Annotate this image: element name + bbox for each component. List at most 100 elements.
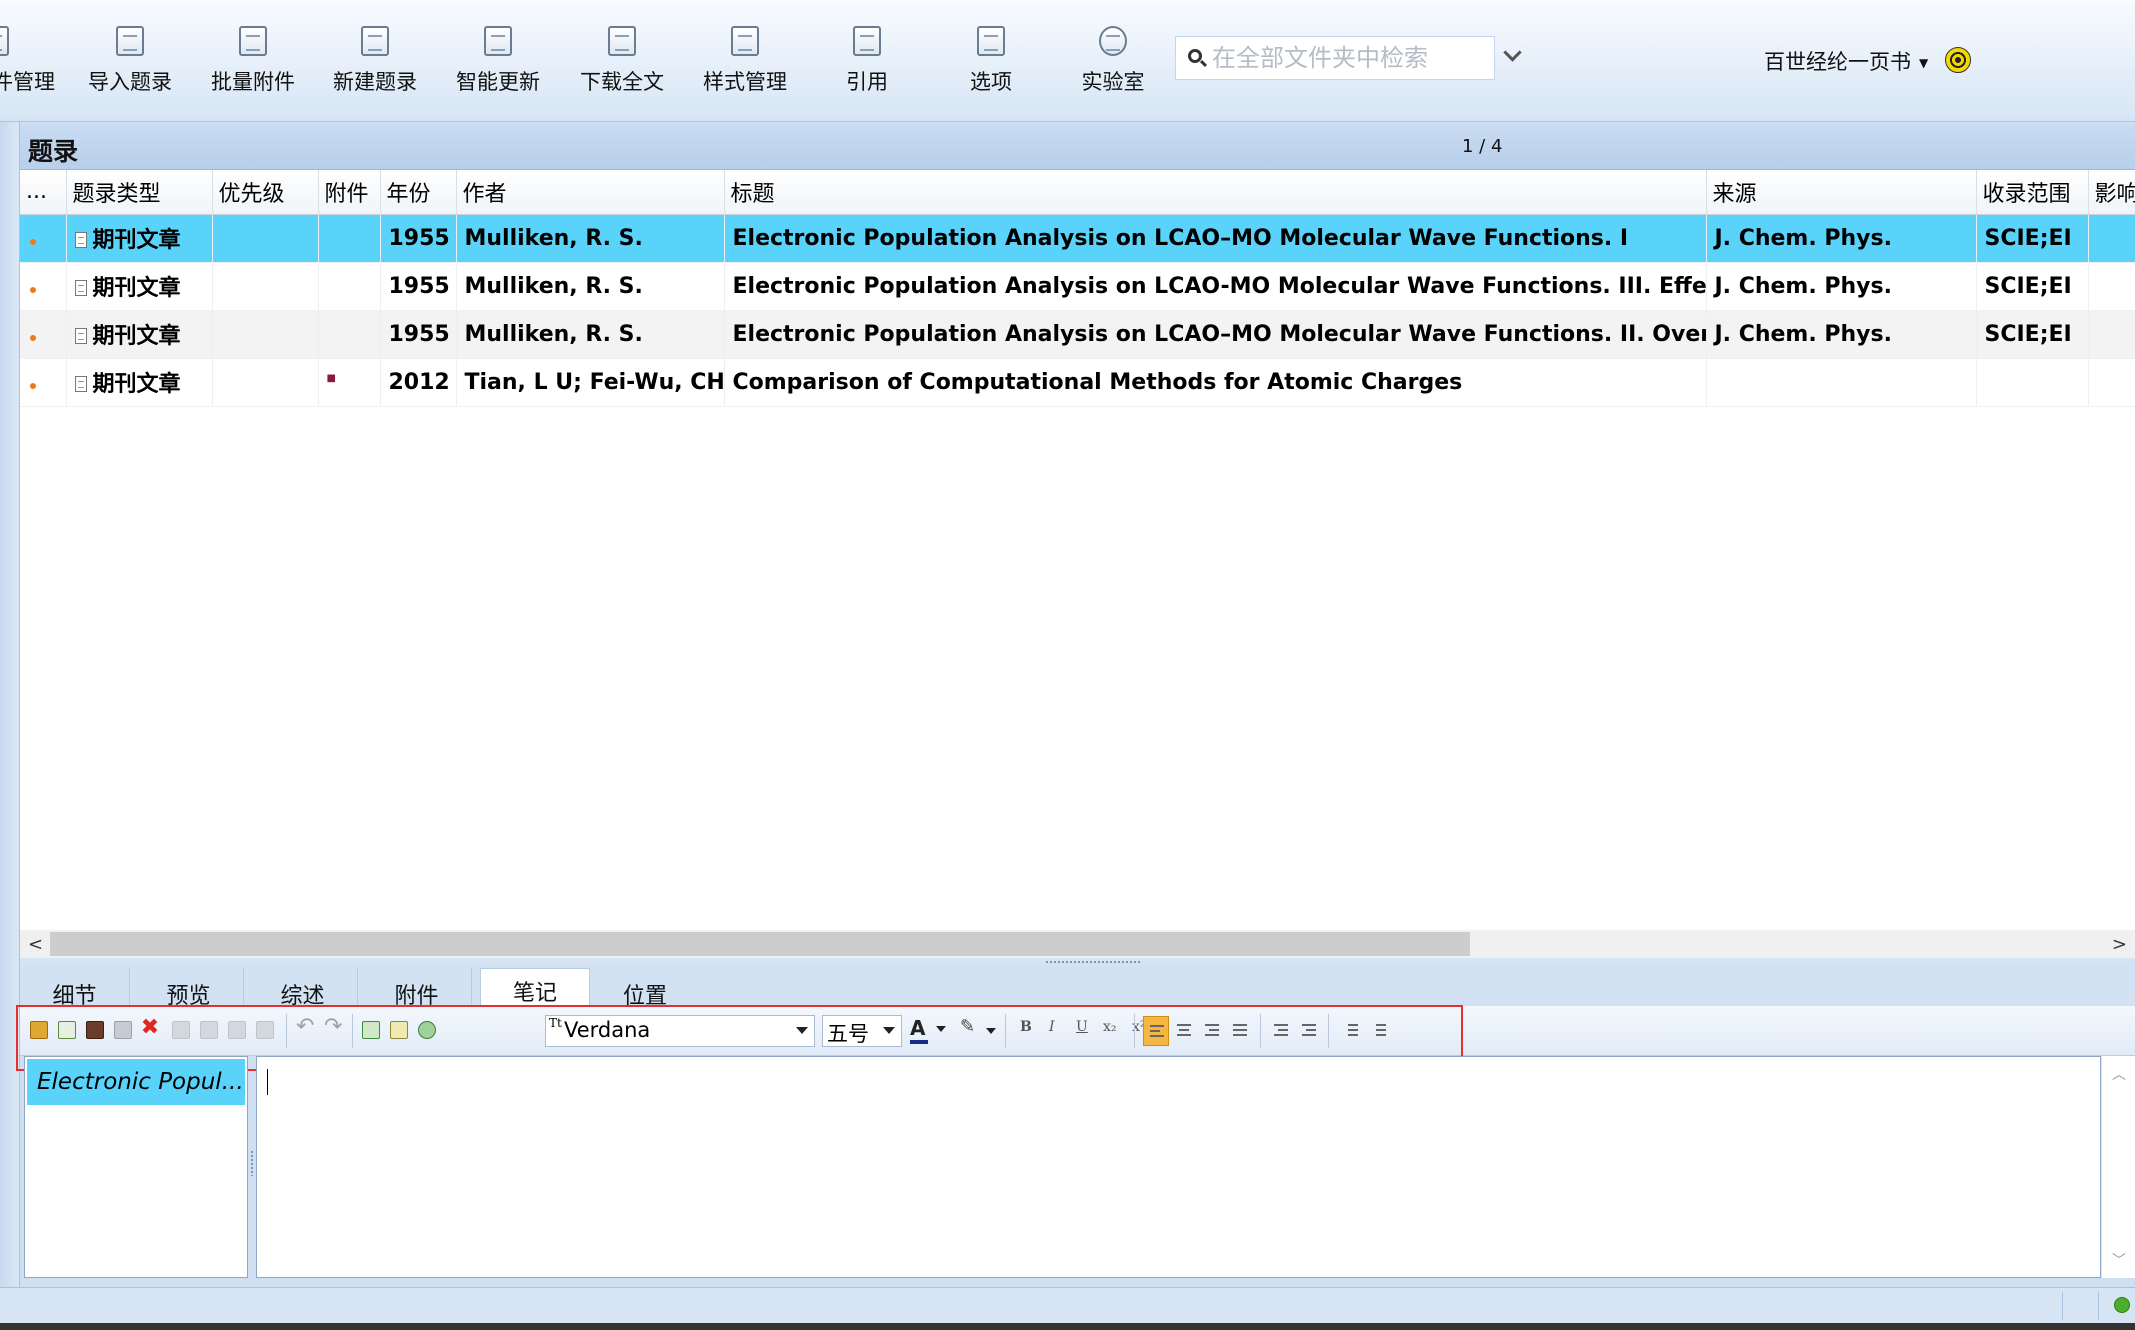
folder-manage-button[interactable]: 件管理 [0, 18, 55, 98]
cite-icon [853, 26, 881, 56]
user-menu[interactable]: 百世经纶一页书 ▼ [1764, 46, 1928, 76]
italic-icon[interactable]: I [1049, 1019, 1055, 1035]
table-row[interactable]: 期刊文章 1955 Mulliken, R. S. Electronic Pop… [20, 262, 2135, 311]
lab-button[interactable]: 实验室 [1058, 18, 1168, 98]
new-record-icon [361, 26, 389, 56]
tab-details[interactable]: 细节 [20, 968, 130, 1009]
tab-preview[interactable]: 预览 [134, 968, 244, 1009]
panel-splitter[interactable] [20, 958, 2135, 966]
left-collapsed-panel[interactable] [0, 122, 20, 1287]
index-cell: SCIE;EI [1976, 262, 2089, 311]
list-header: 题录 1 / 4 [20, 124, 2135, 170]
col-header-author[interactable]: 作者 [456, 170, 725, 215]
caret-down-icon: ▼ [1919, 56, 1929, 70]
highlight-color-button[interactable]: ✎ [960, 1014, 1000, 1048]
window-bottom-edge [0, 1323, 2135, 1330]
font-color-button[interactable]: A [910, 1014, 950, 1048]
save-icon[interactable] [114, 1021, 132, 1039]
scroll-down-icon[interactable]: ﹀ [2112, 1250, 2126, 1270]
underline-icon[interactable]: U [1076, 1019, 1088, 1035]
redo-icon[interactable]: ↷ [324, 1014, 342, 1039]
import-records-label: 导入题录 [88, 70, 172, 94]
lock-icon[interactable] [30, 1021, 48, 1039]
font-size-select[interactable]: 五号 [822, 1015, 902, 1047]
insert-table-icon[interactable] [390, 1021, 408, 1039]
justify-icon[interactable] [1227, 1016, 1253, 1046]
note-vertical-scrollbar[interactable]: ︿ ﹀ [2101, 1056, 2135, 1278]
tab-notes[interactable]: 笔记 [480, 968, 590, 1006]
numbered-list-icon[interactable] [1338, 1016, 1364, 1046]
scroll-up-icon[interactable]: ︿ [2112, 1064, 2126, 1084]
col-header-title[interactable]: 标题 [724, 170, 1707, 215]
unread-dot-icon [30, 382, 36, 389]
new-record-label: 新建题录 [333, 70, 417, 94]
status-dot-cell [20, 310, 67, 359]
bold-icon[interactable]: B [1020, 1019, 1032, 1035]
new-note-icon[interactable] [58, 1021, 76, 1039]
scroll-thumb[interactable] [50, 932, 1470, 956]
status-bar [0, 1287, 2135, 1323]
outdent-icon[interactable] [1268, 1016, 1294, 1046]
style-manage-button[interactable]: 样式管理 [690, 18, 800, 98]
radiation-icon[interactable] [1945, 47, 1971, 73]
bullet-list-icon[interactable] [1366, 1016, 1392, 1046]
table-row[interactable]: 期刊文章 ■ 2012 Tian, L U; Fei-Wu, CH. Compa… [20, 358, 2135, 407]
col-header-source[interactable]: 来源 [1706, 170, 1977, 215]
note-editor-area[interactable] [256, 1056, 2101, 1278]
options-button[interactable]: 选项 [936, 18, 1046, 98]
undo-icon[interactable]: ↶ [296, 1014, 314, 1039]
col-header-index[interactable]: 收录范围 [1976, 170, 2089, 215]
notebook-icon[interactable] [86, 1021, 104, 1039]
unread-dot-icon [30, 334, 36, 341]
table-row[interactable]: 期刊文章 1955 Mulliken, R. S. Electronic Pop… [20, 214, 2135, 263]
scroll-right-icon[interactable]: > [2112, 934, 2127, 955]
indent-icon[interactable] [1296, 1016, 1322, 1046]
attachment-cell[interactable]: ■ [318, 358, 381, 407]
import-records-button[interactable]: 导入题录 [75, 18, 185, 98]
index-cell: SCIE;EI [1976, 310, 2089, 359]
horizontal-scrollbar[interactable]: < > [20, 930, 2135, 958]
col-header-year[interactable]: 年份 [380, 170, 457, 215]
caret-down-icon [796, 1027, 808, 1034]
search-input[interactable] [1212, 41, 1482, 75]
impact-cell: 4. [2088, 310, 2135, 359]
insert-link-icon[interactable] [418, 1021, 436, 1039]
year-cell: 1955 [380, 214, 457, 263]
col-header-more[interactable]: ... [20, 170, 67, 215]
cut-icon[interactable] [172, 1021, 190, 1039]
options-label: 选项 [970, 70, 1012, 94]
cite-button[interactable]: 引用 [812, 18, 922, 98]
new-record-button[interactable]: 新建题录 [320, 18, 430, 98]
year-cell: 2012 [380, 358, 457, 407]
table-row[interactable]: 期刊文章 1955 Mulliken, R. S. Electronic Pop… [20, 310, 2135, 359]
paste-icon[interactable] [228, 1021, 246, 1039]
tab-attachments[interactable]: 附件 [362, 968, 472, 1009]
note-list-item[interactable]: Electronic Popul... [27, 1059, 245, 1105]
col-header-priority[interactable]: 优先级 [212, 170, 319, 215]
col-header-attachment[interactable]: 附件 [318, 170, 381, 215]
tab-summary[interactable]: 综述 [248, 968, 358, 1009]
align-right-icon[interactable] [1199, 1016, 1225, 1046]
smart-update-icon [484, 26, 512, 56]
batch-attach-button[interactable]: 批量附件 [198, 18, 308, 98]
style-manage-label: 样式管理 [703, 70, 787, 94]
author-cell: Mulliken, R. S. [456, 262, 725, 311]
smart-update-button[interactable]: 智能更新 [443, 18, 553, 98]
tab-location[interactable]: 位置 [590, 968, 700, 1009]
insert-image-icon[interactable] [362, 1021, 380, 1039]
download-fulltext-button[interactable]: 下载全文 [567, 18, 677, 98]
subscript-icon[interactable]: x₂ [1103, 1019, 1117, 1035]
scroll-left-icon[interactable]: < [28, 934, 43, 955]
toolbar-separator [1005, 1014, 1006, 1048]
col-header-type[interactable]: 题录类型 [66, 170, 213, 215]
note-splitter-grip-icon[interactable] [250, 1150, 254, 1176]
align-center-icon[interactable] [1171, 1016, 1197, 1046]
year-cell: 1955 [380, 262, 457, 311]
align-left-icon[interactable] [1143, 1016, 1169, 1046]
font-family-select[interactable]: Tt Verdana [545, 1015, 815, 1047]
col-header-impact[interactable]: 影响 [2088, 170, 2135, 215]
paste-special-icon[interactable] [256, 1021, 274, 1039]
search-dropdown-icon[interactable] [1502, 44, 1524, 66]
copy-icon[interactable] [200, 1021, 218, 1039]
delete-icon[interactable]: ✖ [140, 1015, 160, 1040]
